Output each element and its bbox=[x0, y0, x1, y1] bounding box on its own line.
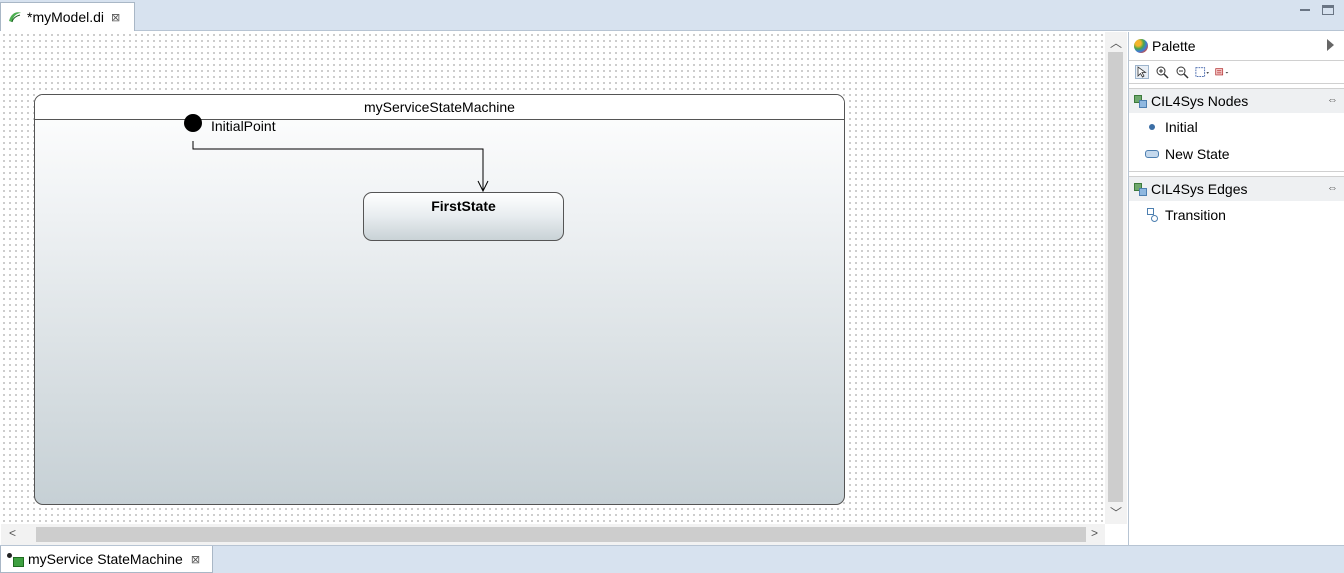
drawer-pin-icon[interactable]: ⇔ bbox=[1327, 182, 1338, 194]
close-icon[interactable]: ⊠ bbox=[111, 11, 120, 24]
papyrus-model-icon bbox=[9, 12, 21, 23]
state-node-icon bbox=[1145, 149, 1159, 158]
diagram-tab-title: myService StateMachine bbox=[28, 551, 183, 567]
vertical-scrollbar[interactable]: ︿ ﹀ bbox=[1105, 32, 1127, 524]
palette-entry-new-state[interactable]: New State bbox=[1129, 140, 1344, 167]
state-machine-diagram-icon bbox=[7, 552, 24, 567]
palette-entry-transition[interactable]: Transition bbox=[1129, 201, 1344, 228]
palette-entry-label: Transition bbox=[1165, 206, 1226, 223]
palette-title: Palette bbox=[1152, 38, 1196, 54]
scroll-right-icon[interactable]: > bbox=[1091, 526, 1098, 540]
select-tool-icon[interactable] bbox=[1135, 65, 1149, 79]
scroll-up-icon[interactable]: ︿ bbox=[1109, 34, 1123, 51]
editor-tab-mymodel[interactable]: *myModel.di ⊠ bbox=[0, 2, 135, 31]
initial-node-icon bbox=[1145, 123, 1159, 130]
marquee-select-icon[interactable] bbox=[1195, 65, 1209, 79]
palette-toolbar bbox=[1129, 60, 1344, 84]
editor-tab-bar: *myModel.di ⊠ bbox=[0, 0, 1344, 31]
diagram-tab-bar: myService StateMachine ⊠ bbox=[0, 545, 1344, 573]
drawer-icon bbox=[1134, 183, 1147, 196]
transition-edge[interactable] bbox=[1, 32, 1105, 524]
palette-divider bbox=[1129, 171, 1344, 172]
drawer-label: CIL4Sys Edges bbox=[1151, 181, 1248, 197]
horizontal-scroll-thumb[interactable] bbox=[36, 527, 1086, 542]
minimize-icon[interactable] bbox=[1299, 5, 1311, 15]
palette-icon bbox=[1134, 39, 1148, 53]
palette-entry-label: Initial bbox=[1165, 118, 1198, 135]
transition-icon bbox=[1145, 207, 1159, 222]
palette-collapse-icon[interactable] bbox=[1327, 39, 1334, 51]
drawer-icon bbox=[1134, 95, 1147, 108]
scroll-left-icon[interactable]: < bbox=[9, 526, 16, 540]
diagram-tab-myservice-statemachine[interactable]: myService StateMachine ⊠ bbox=[0, 546, 213, 573]
editor-tab-title: *myModel.di bbox=[27, 9, 105, 25]
window-controls bbox=[1299, 5, 1334, 15]
close-icon[interactable]: ⊠ bbox=[191, 553, 200, 566]
drawer-label: CIL4Sys Nodes bbox=[1151, 93, 1249, 109]
initial-pseudostate[interactable] bbox=[184, 114, 202, 132]
drawer-cil4sys-nodes[interactable]: CIL4Sys Nodes ⇔ bbox=[1129, 88, 1344, 113]
vertical-scroll-thumb[interactable] bbox=[1108, 52, 1123, 502]
horizontal-scrollbar[interactable]: < > bbox=[1, 524, 1105, 545]
scroll-down-icon[interactable]: ﹀ bbox=[1109, 504, 1123, 521]
palette-entry-initial[interactable]: Initial bbox=[1129, 113, 1344, 140]
palette-panel: Palette CIL4Sys Nodes ⇔ Initial New Stat… bbox=[1128, 32, 1344, 545]
palette-header[interactable]: Palette bbox=[1129, 32, 1344, 60]
zoom-in-icon[interactable] bbox=[1155, 65, 1169, 79]
drawer-pin-icon[interactable]: ⇔ bbox=[1327, 94, 1338, 106]
initial-point-label: InitialPoint bbox=[211, 118, 276, 134]
note-tool-icon[interactable] bbox=[1215, 65, 1229, 79]
drawer-cil4sys-edges[interactable]: CIL4Sys Edges ⇔ bbox=[1129, 176, 1344, 201]
palette-entry-label: New State bbox=[1165, 145, 1230, 162]
state-name: FirstState bbox=[431, 198, 496, 214]
maximize-icon[interactable] bbox=[1322, 5, 1334, 15]
diagram-canvas[interactable]: myServiceStateMachine InitialPoint First… bbox=[1, 32, 1105, 524]
zoom-out-icon[interactable] bbox=[1175, 65, 1189, 79]
state-firststate[interactable]: FirstState bbox=[363, 192, 564, 241]
